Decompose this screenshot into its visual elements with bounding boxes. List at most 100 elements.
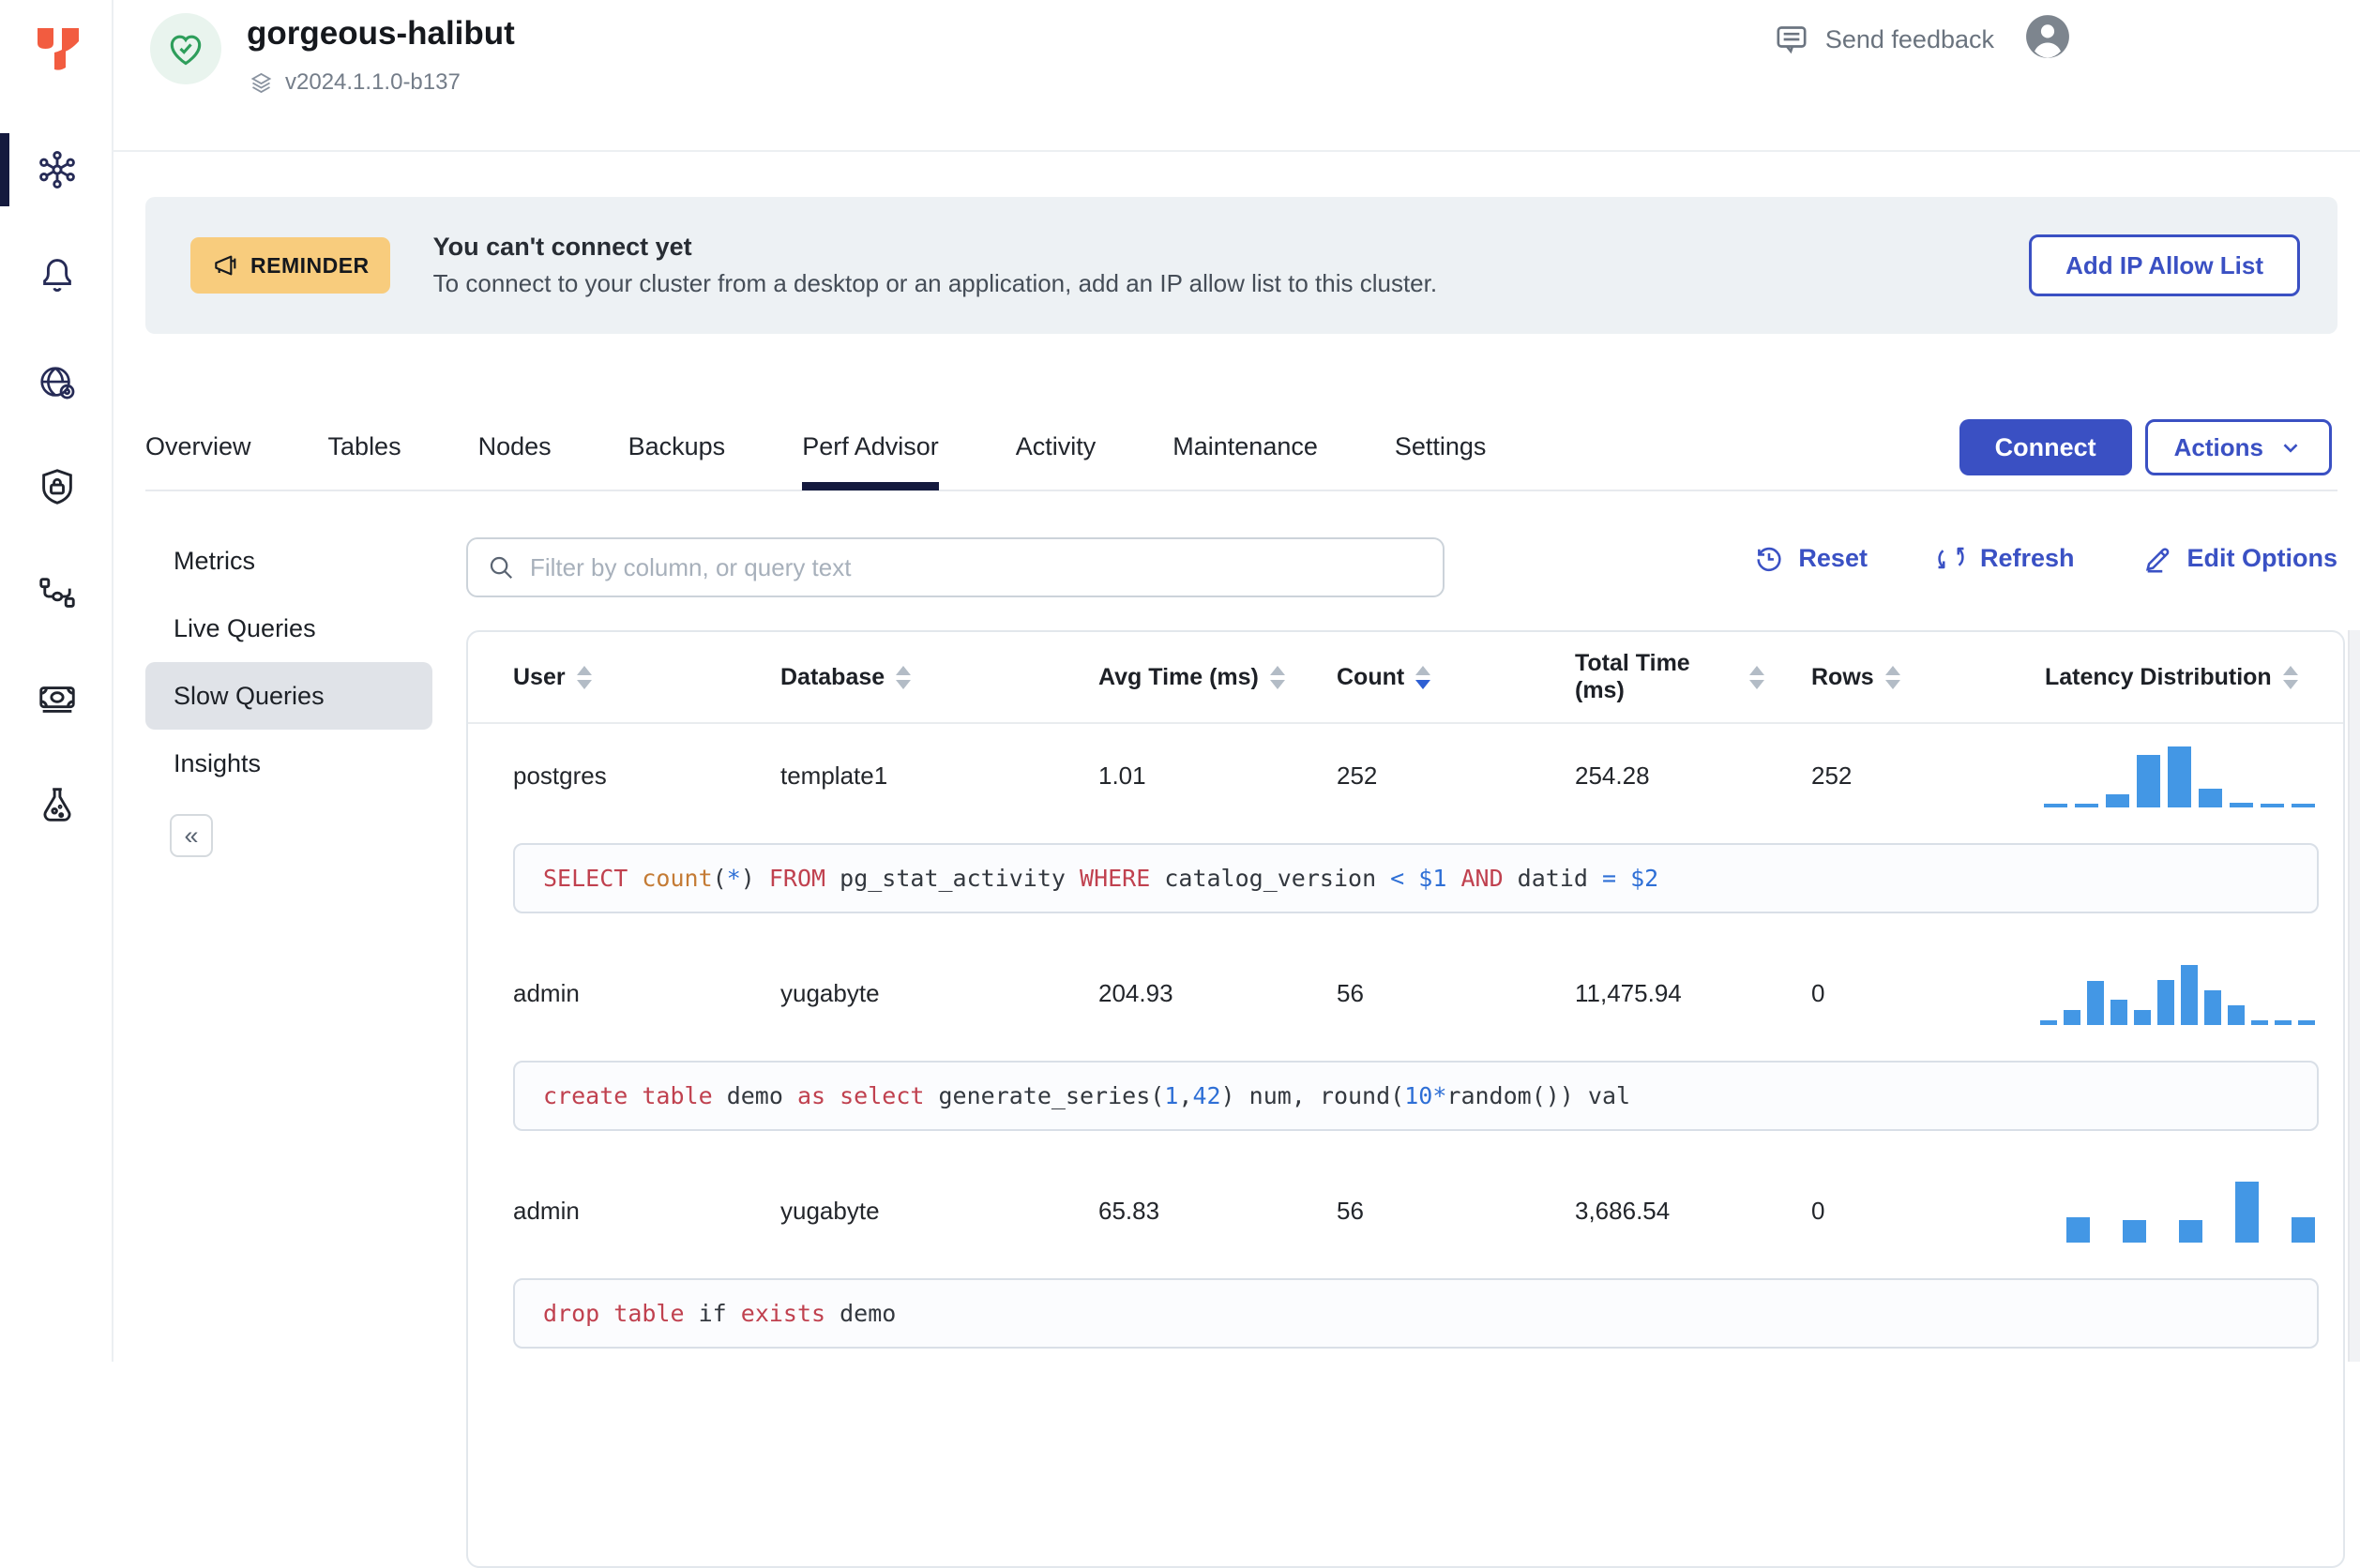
- tab-maintenance[interactable]: Maintenance: [1172, 403, 1318, 490]
- sidebar-item-network[interactable]: [0, 346, 113, 421]
- tab-overview[interactable]: Overview: [145, 403, 251, 490]
- sort-arrows-icon[interactable]: [1270, 666, 1285, 689]
- sort-arrows-icon[interactable]: [1415, 666, 1430, 689]
- sort-arrows-icon[interactable]: [896, 666, 911, 689]
- collapse-chevrons: «: [184, 822, 198, 851]
- column-header-total-time-ms-[interactable]: Total Time (ms): [1520, 650, 1764, 704]
- column-header-avg-time-ms-[interactable]: Avg Time (ms): [1051, 664, 1305, 691]
- flask-icon: [36, 783, 79, 826]
- column-header-latency-distribution[interactable]: Latency Distribution: [1999, 664, 2343, 691]
- table-row[interactable]: adminyugabyte204.935611,475.940: [468, 942, 2343, 1045]
- latency-histogram: [2044, 744, 2315, 807]
- sidebar-item-billing[interactable]: [0, 661, 113, 736]
- column-header-count[interactable]: Count: [1305, 664, 1520, 691]
- tab-list: Overview Tables Nodes Backups Perf Advisor Ac…: [145, 403, 1486, 490]
- reset-clock-icon: [1753, 542, 1785, 574]
- latency-histogram: [2040, 961, 2315, 1025]
- chevron-down-icon: [2278, 435, 2303, 460]
- cluster-tab-bar: Overview Tables Nodes Backups Perf Advisor Ac…: [145, 403, 2337, 491]
- reminder-badge: REMINDER: [190, 237, 390, 294]
- cell-user: admin: [468, 979, 735, 1008]
- sidebar-item-clusters[interactable]: [0, 132, 113, 207]
- reminder-banner: REMINDER You can't connect yet To connec…: [145, 197, 2337, 334]
- cluster-health-badge: [150, 13, 221, 84]
- perf-advisor-subnav: MetricsLive QueriesSlow QueriesInsights …: [145, 527, 432, 857]
- edit-pencil-icon: [2142, 542, 2174, 574]
- column-header-database[interactable]: Database: [735, 664, 1051, 691]
- subnav-item-live-queries[interactable]: Live Queries: [145, 595, 432, 662]
- latency-histogram: [2066, 1179, 2315, 1243]
- column-header-user[interactable]: User: [468, 664, 735, 691]
- query-filter: [466, 537, 1445, 597]
- cell-total-time: 11,475.94: [1520, 979, 1764, 1008]
- banner-title: You can't connect yet: [433, 233, 2029, 262]
- cell-total-time: 3,686.54: [1520, 1197, 1764, 1226]
- cell-rows: 252: [1764, 761, 1999, 791]
- cluster-network-icon: [36, 148, 79, 191]
- page-header: gorgeous-halibut v2024.1.1.0-b137 Send f…: [113, 0, 2360, 152]
- flow-icon: [36, 571, 79, 614]
- send-feedback-button[interactable]: Send feedback: [1773, 21, 1994, 58]
- user-avatar[interactable]: [2024, 13, 2071, 60]
- table-row[interactable]: adminyugabyte65.83563,686.540: [468, 1159, 2343, 1262]
- shield-lock-icon: [36, 465, 79, 508]
- query-text-box[interactable]: create table demo as select generate_ser…: [513, 1061, 2319, 1131]
- tab-tables[interactable]: Tables: [328, 403, 401, 490]
- sidebar-item-integrations[interactable]: [0, 555, 113, 630]
- scrollbar-track[interactable]: [2348, 630, 2360, 1362]
- sort-arrows-icon[interactable]: [1885, 666, 1900, 689]
- cell-rows: 0: [1764, 1197, 1999, 1226]
- table-header-row: UserDatabaseAvg Time (ms)CountTotal Time…: [468, 632, 2343, 724]
- filter-input[interactable]: [530, 553, 1424, 582]
- sidebar-item-alerts[interactable]: [0, 235, 113, 310]
- slow-queries-table: UserDatabaseAvg Time (ms)CountTotal Time…: [466, 630, 2345, 1568]
- sidebar-item-security[interactable]: [0, 449, 113, 524]
- cell-total-time: 254.28: [1520, 761, 1764, 791]
- layers-icon: [249, 70, 274, 96]
- table-body: postgrestemplate11.01252254.28252 SELECT …: [468, 724, 2343, 1349]
- actions-dropdown-button[interactable]: Actions: [2145, 419, 2332, 475]
- column-header-rows[interactable]: Rows: [1764, 664, 1999, 691]
- cell-avg-time: 1.01: [1051, 761, 1305, 791]
- subnav-item-slow-queries[interactable]: Slow Queries: [145, 662, 432, 730]
- refresh-icon: [1935, 542, 1967, 574]
- cell-rows: 0: [1764, 979, 1999, 1008]
- tab-backups[interactable]: Backups: [628, 403, 726, 490]
- version-label: v2024.1.1.0-b137: [285, 69, 461, 96]
- cluster-version: v2024.1.1.0-b137: [249, 69, 461, 96]
- cell-count: 56: [1305, 979, 1520, 1008]
- megaphone-icon: [211, 250, 241, 280]
- refresh-button[interactable]: Refresh: [1935, 542, 2075, 574]
- add-ip-allow-list-button[interactable]: Add IP Allow List: [2029, 234, 2300, 296]
- heart-check-icon: [165, 28, 206, 69]
- sort-arrows-icon[interactable]: [577, 666, 592, 689]
- collapse-sidebar-button[interactable]: «: [170, 814, 213, 857]
- sort-arrows-icon[interactable]: [2283, 666, 2298, 689]
- cell-count: 252: [1305, 761, 1520, 791]
- query-text-box[interactable]: SELECT count(*) FROM pg_stat_activity WH…: [513, 843, 2319, 913]
- tab-perf-advisor[interactable]: Perf Advisor: [802, 403, 939, 490]
- money-icon: [36, 677, 79, 720]
- cell-avg-time: 204.93: [1051, 979, 1305, 1008]
- sidebar-item-labs[interactable]: [0, 767, 113, 842]
- tab-settings[interactable]: Settings: [1395, 403, 1487, 490]
- subnav-items: MetricsLive QueriesSlow QueriesInsights: [145, 527, 432, 797]
- page-title: gorgeous-halibut: [247, 15, 515, 53]
- tab-nodes[interactable]: Nodes: [478, 403, 552, 490]
- yugabyte-logo[interactable]: [34, 24, 83, 73]
- tab-activity[interactable]: Activity: [1016, 403, 1097, 490]
- bell-icon: [36, 251, 79, 294]
- query-text-box[interactable]: drop table if exists demo: [513, 1278, 2319, 1349]
- table-row[interactable]: postgrestemplate11.01252254.28252: [468, 724, 2343, 827]
- cell-count: 56: [1305, 1197, 1520, 1226]
- reset-button[interactable]: Reset: [1753, 542, 1868, 574]
- feedback-chat-icon: [1773, 21, 1810, 58]
- globe-gear-icon: [36, 362, 79, 405]
- edit-options-button[interactable]: Edit Options: [2142, 542, 2337, 574]
- sort-arrows-icon[interactable]: [1749, 666, 1764, 689]
- subnav-item-insights[interactable]: Insights: [145, 730, 432, 797]
- banner-message: To connect to your cluster from a deskto…: [433, 269, 2029, 298]
- connect-button[interactable]: Connect: [1959, 419, 2132, 475]
- subnav-item-metrics[interactable]: Metrics: [145, 527, 432, 595]
- icon-rail: [0, 0, 113, 1362]
